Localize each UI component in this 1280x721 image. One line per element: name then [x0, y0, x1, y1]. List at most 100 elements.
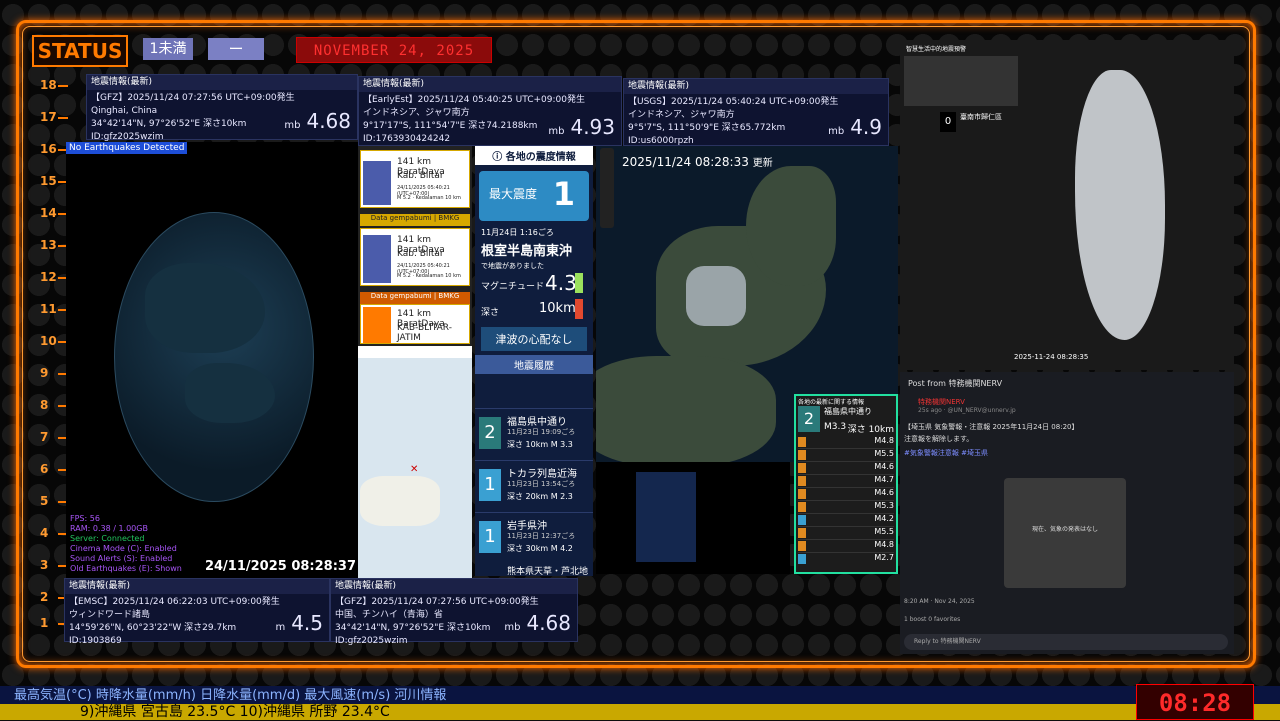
recent-list-item[interactable]: M4.2: [798, 514, 894, 527]
recent-list-item[interactable]: M4.8: [798, 540, 894, 553]
tw-time: 2025-11-24 08:28:35: [1014, 353, 1089, 361]
indonesia-map[interactable]: ✕: [358, 346, 472, 578]
ruler-tick: 3: [40, 558, 68, 572]
card-line: 【GFZ】2025/11/24 07:27:56 UTC+09:00発生: [91, 93, 295, 103]
intensity-swatch: [363, 161, 391, 205]
magnitude: mb 4.93: [548, 115, 615, 139]
recent-list-item[interactable]: M4.8: [798, 436, 894, 449]
recent-depth: 深さ 10km: [847, 425, 894, 435]
intensity-badge: 1未満: [143, 38, 193, 60]
recent-list-item[interactable]: M4.7: [798, 475, 894, 488]
map-toolbar[interactable]: [600, 148, 614, 228]
ruler-tick: 8: [40, 398, 68, 412]
bmkg-panel: 141 km BaratDaya Kab. Blitar 24/11/2025 …: [358, 146, 472, 346]
quake-card-gfz2: 地震情報(最新) 【GFZ】2025/11/24 07:27:56 UTC+09…: [330, 578, 578, 646]
island-shape: [360, 476, 440, 526]
japan-shape: [636, 472, 696, 562]
ruler-tick: 18: [40, 78, 68, 92]
recent-list-item[interactable]: M5.3: [798, 501, 894, 514]
post-tags[interactable]: #気象警報注意報 #埼玉県: [900, 446, 1234, 460]
bmkg-mag: M 5.2 · Kedalaman 10 km: [397, 195, 461, 201]
quake-time: 11月24日 1:16ごろ: [481, 228, 554, 237]
ruler-tick: 11: [40, 302, 68, 316]
post-author[interactable]: 特務機関NERV: [900, 395, 1234, 407]
status-label: STATUS: [32, 35, 128, 67]
card-header: 地震情報(最新): [624, 79, 888, 94]
weather-ticker: 9)沖縄県 宮古島 23.5°C 10)沖縄県 所野 23.4°C: [0, 704, 1280, 720]
card-line: 【EarlyEst】2025/11/24 05:40:25 UTC+09:00発…: [363, 95, 585, 105]
bmkg-place: Kab. Blitar: [397, 171, 444, 181]
recent-list-item[interactable]: M5.5: [798, 527, 894, 540]
map-header: [358, 346, 472, 358]
nied-map[interactable]: [596, 462, 790, 574]
card-line: 【GFZ】2025/11/24 07:27:56 UTC+09:00発生: [335, 597, 539, 607]
taiwan-map[interactable]: [1075, 70, 1165, 340]
ruler-tick: 5: [40, 494, 68, 508]
bmkg-card: 141 km BaratDaya Kab. Blitar 24/11/2025 …: [360, 150, 470, 208]
bmkg-card: 141 km BaratDaya KAB-BLITAR-JATIM: [360, 304, 470, 344]
card-line: 【USGS】2025/11/24 05:40:24 UTC+09:00発生: [628, 97, 839, 107]
reply-field[interactable]: Reply to 特務機関NERV: [904, 634, 1228, 650]
landmass: [596, 356, 776, 462]
card-line: 【EMSC】2025/11/24 06:22:03 UTC+09:00発生: [69, 597, 280, 607]
intensity-area: [686, 266, 746, 326]
ruler-tick: 15: [40, 174, 68, 188]
globe[interactable]: [114, 212, 314, 502]
ruler-tick: 6: [40, 462, 68, 476]
level-badge: ー: [208, 38, 264, 60]
post-stats: 1 boost 0 favorites: [904, 616, 961, 623]
taiwan-panel: 智慧生活中的地震預警 0 臺南市歸仁區 2025-11-24 08:28:35: [900, 40, 1234, 370]
weather-ticker-header: 最高気温(°C) 時降水量(mm/h) 日降水量(mm/d) 最大風速(m/s)…: [0, 686, 1280, 706]
magnitude: mb 4.68: [504, 611, 571, 635]
intensity-swatch: [363, 307, 391, 343]
no-earthquake-notice: No Earthquakes Detected: [66, 142, 188, 154]
ruler-tick: 9: [40, 366, 68, 380]
card-header: 地震情報(最新): [359, 77, 621, 92]
card-header: 地震情報(最新): [87, 75, 357, 90]
recent-intensity: 2: [798, 406, 820, 432]
post-footer: 8:20 AM · Nov 24, 2025: [904, 598, 975, 605]
ruler-tick: 2: [40, 590, 68, 604]
globe-timestamp: 24/11/2025 08:28:37: [204, 559, 356, 574]
post-image[interactable]: 現在、気象の発表はなし: [1004, 478, 1126, 588]
history-item[interactable]: 1 トカラ列島近海 11月23日 13:54ごろ 深さ 20km M 2.3: [475, 460, 593, 510]
bmkg-place: KAB-BLITAR-JATIM: [397, 323, 452, 343]
ruler-tick: 16: [40, 142, 68, 156]
recent-mag: M3.3: [824, 422, 847, 432]
max-intensity-box: 最大震度 1: [479, 171, 589, 221]
card-header: 地震情報(最新): [331, 579, 577, 594]
card-header: 地震情報(最新): [65, 579, 329, 594]
recent-list-item[interactable]: M4.6: [798, 488, 894, 501]
landmass: [145, 263, 265, 353]
ruler-tick: 13: [40, 238, 68, 252]
history-last: 熊本県天草・芦北地方: [507, 567, 589, 576]
bmkg-card-header: Data gempabumi | BMKG: [360, 292, 470, 304]
ruler-tick: 10: [40, 334, 68, 348]
post-back-link[interactable]: Post from 特務機関NERV: [900, 372, 1234, 395]
quake-card-gfz: 地震情報(最新) 【GFZ】2025/11/24 07:27:56 UTC+09…: [86, 74, 358, 142]
max-intensity-label: 最大震度: [489, 187, 538, 201]
clock: 08:28: [1136, 684, 1254, 720]
recent-quakes-panel: 各地の最新に関する情報 2 福島県中通り M3.3 深さ 10km M4.8 M…: [794, 394, 898, 574]
recent-list-item[interactable]: M4.6: [798, 462, 894, 475]
depth-row: 深さ 10km: [475, 297, 593, 323]
recent-list-item[interactable]: M2.7: [798, 553, 894, 566]
post-body2: 注意報を解除します。: [904, 435, 974, 443]
quake-place: 根室半島南東沖: [481, 244, 573, 259]
intensity-swatch: [363, 235, 391, 283]
globe-panel: No Earthquakes Detected FPS: 56 RAM: 0.3…: [66, 142, 358, 578]
quake-card-emsc: 地震情報(最新) 【EMSC】2025/11/24 06:22:03 UTC+0…: [64, 578, 330, 646]
history-item[interactable]: 2 福島県中通り 11月23日 19:09ごろ 深さ 10km M 3.3: [475, 408, 593, 458]
magnitude: mb 4.68: [284, 109, 351, 133]
max-intensity-value: 1: [552, 175, 575, 213]
history-item[interactable]: 1 岩手県沖 11月23日 12:37ごろ 深さ 30km M 4.2: [475, 512, 593, 562]
date-display: NOVEMBER 24, 2025: [296, 37, 492, 63]
jp-intensity-panel: ⓘ 各地の震度情報 最大震度 1 11月24日 1:16ごろ 根室半島南東沖 で地…: [475, 146, 593, 576]
magnitude: m 4.5: [275, 611, 323, 635]
quake-card-usgs: 地震情報(最新) 【USGS】2025/11/24 05:40:24 UTC+0…: [623, 78, 889, 146]
ruler: 18 17 16 15 14 13 12 11 10 9 8 7 6 5 4 3…: [40, 78, 68, 638]
bmkg-mag: M 5.2 · Kedalaman 10 km: [397, 273, 461, 279]
recent-list-item[interactable]: M5.5: [798, 449, 894, 462]
tsunami-status: 津波の心配なし: [481, 327, 587, 351]
ruler-tick: 1: [40, 616, 68, 630]
